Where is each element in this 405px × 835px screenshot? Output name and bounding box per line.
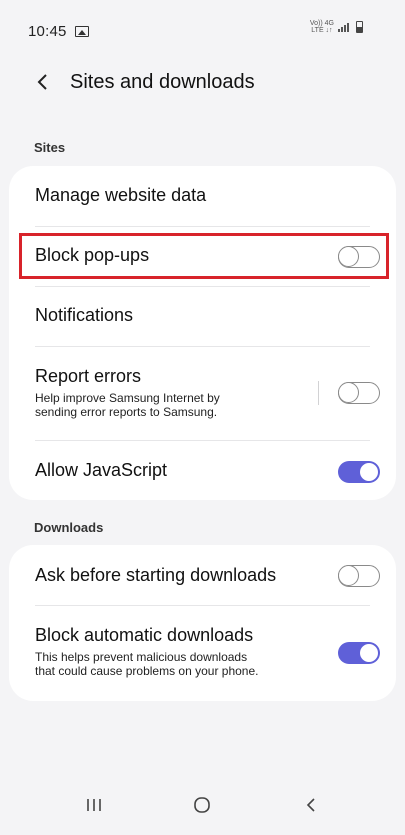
gallery-notification-icon — [74, 25, 89, 37]
ask-before-downloads-row[interactable]: Ask before starting downloads — [9, 545, 396, 605]
recents-icon[interactable] — [74, 785, 114, 825]
section-label-downloads: Downloads — [34, 520, 104, 535]
block-popups-label: Block pop-ups — [35, 245, 150, 265]
toggle-knob — [359, 462, 379, 482]
page-title: Sites and downloads — [70, 70, 255, 93]
status-icons: Vo)) 4G LTE ↓↑ — [310, 20, 363, 34]
block-automatic-downloads-description-line2: that could cause problems on your phone. — [35, 664, 259, 678]
toggle-knob — [338, 382, 359, 403]
downloads-card: Ask before starting downloads Block auto… — [9, 545, 396, 701]
home-icon[interactable] — [182, 785, 222, 825]
battery-icon — [356, 21, 363, 33]
sites-card: Manage website data Block pop-ups Notifi… — [9, 166, 396, 500]
block-automatic-downloads-row[interactable]: Block automatic downloads This helps pre… — [9, 605, 396, 701]
toggle-knob — [338, 246, 359, 267]
signal-icon — [338, 22, 349, 32]
status-bar: 10:45 Vo)) 4G LTE ↓↑ — [0, 0, 405, 62]
notifications-row[interactable]: Notifications — [9, 286, 396, 346]
allow-javascript-label: Allow JavaScript — [35, 460, 168, 480]
section-label-sites: Sites — [34, 140, 66, 155]
back-nav-icon[interactable] — [291, 785, 331, 825]
toggle-knob — [359, 643, 379, 663]
back-icon[interactable] — [30, 69, 56, 95]
block-automatic-downloads-description: This helps prevent malicious downloads t… — [35, 650, 258, 678]
status-time: 10:45 — [28, 22, 67, 40]
report-errors-label: Report errors — [35, 366, 142, 386]
network-bottom-label: LTE ↓↑ — [311, 27, 333, 34]
ask-before-downloads-label: Ask before starting downloads — [35, 565, 277, 585]
report-errors-toggle[interactable] — [338, 382, 380, 404]
allow-javascript-row[interactable]: Allow JavaScript — [9, 440, 396, 500]
report-errors-description-line1: Help improve Samsung Internet by — [35, 391, 220, 405]
system-nav-bar — [0, 775, 405, 835]
vertical-divider — [318, 381, 319, 405]
notifications-label: Notifications — [35, 305, 134, 325]
block-automatic-downloads-label: Block automatic downloads — [35, 625, 254, 645]
block-automatic-downloads-toggle[interactable] — [338, 642, 380, 664]
manage-website-data-row[interactable]: Manage website data — [9, 166, 396, 226]
allow-javascript-toggle[interactable] — [338, 461, 380, 483]
toggle-knob — [338, 565, 359, 586]
block-automatic-downloads-description-line1: This helps prevent malicious downloads — [35, 650, 248, 664]
network-top-label: Vo)) 4G — [309, 20, 334, 27]
manage-website-data-label: Manage website data — [35, 185, 207, 205]
network-indicator: Vo)) 4G LTE ↓↑ — [310, 20, 334, 34]
report-errors-description-line2: sending error reports to Samsung. — [35, 405, 218, 419]
block-popups-toggle[interactable] — [338, 246, 380, 268]
block-popups-row[interactable]: Block pop-ups — [9, 226, 396, 286]
ask-before-downloads-toggle[interactable] — [338, 565, 380, 587]
app-header: Sites and downloads — [0, 62, 405, 102]
report-errors-row[interactable]: Report errors Help improve Samsung Inter… — [9, 346, 396, 440]
report-errors-description: Help improve Samsung Internet by sending… — [35, 391, 220, 419]
